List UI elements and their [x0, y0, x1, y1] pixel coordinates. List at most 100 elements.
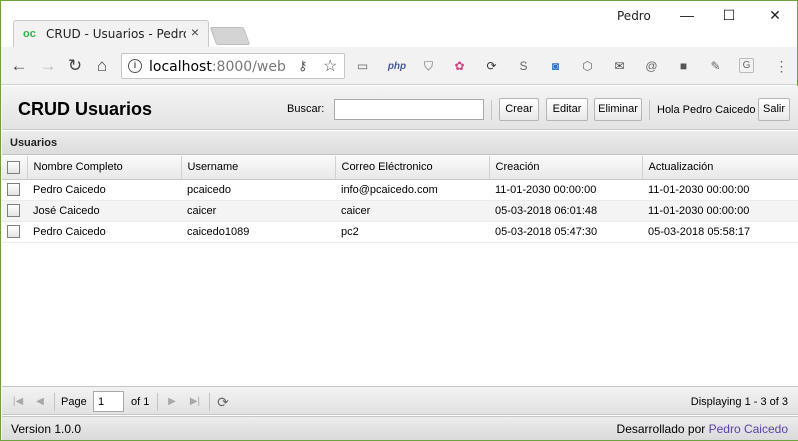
back-icon[interactable]: ←: [9, 56, 29, 76]
close-tab-icon[interactable]: ×: [188, 25, 202, 39]
close-window-icon[interactable]: ✕: [765, 5, 785, 25]
panel-title: Usuarios: [10, 137, 58, 149]
row-checkbox[interactable]: [7, 204, 20, 217]
search-label: Buscar:: [287, 103, 325, 115]
square-icon[interactable]: ■: [675, 58, 692, 75]
divider: [157, 393, 158, 411]
row-select-cell[interactable]: [2, 200, 27, 222]
app-content: CRUD Usuarios Buscar: Crear Editar Elimi…: [2, 86, 798, 440]
cell-updated: 11-01-2030 00:00:00: [642, 200, 798, 222]
create-button[interactable]: Crear: [499, 98, 539, 121]
compass-icon[interactable]: ◙: [547, 58, 564, 75]
author-link[interactable]: Pedro Caicedo: [709, 422, 788, 436]
column-header-created[interactable]: Creación: [489, 156, 643, 180]
php-icon[interactable]: php: [386, 58, 408, 75]
cell-created: 05-03-2018 06:01:48: [489, 200, 642, 222]
maximize-icon[interactable]: ☐: [719, 5, 739, 25]
tab-title: CRUD - Usuarios - Pedro: [46, 27, 186, 41]
sync-icon[interactable]: ⟳: [483, 58, 500, 75]
table-row[interactable]: Pedro Caicedo pcaicedo info@pcaicedo.com…: [2, 179, 798, 201]
app-footer: Version 1.0.0 Desarrollado por Pedro Cai…: [2, 416, 798, 440]
forward-icon[interactable]: →: [38, 56, 58, 76]
cell-username: caicedo1089: [181, 221, 335, 243]
menu-dots-icon[interactable]: ⋮: [773, 58, 790, 75]
row-checkbox[interactable]: [7, 225, 20, 238]
minimize-icon[interactable]: —: [677, 5, 697, 25]
browser-toolbar: ← → ↻ ⌂ i localhost:8000/web ⚷ ☆ ▭ php ⛉…: [1, 47, 797, 85]
column-header-email[interactable]: Correo Eléctronico: [335, 156, 490, 180]
version-label: Version 1.0.0: [11, 422, 82, 436]
cell-email: info@pcaicedo.com: [335, 179, 489, 201]
cell-email: caicer: [335, 200, 489, 222]
page-count-label: of 1: [131, 396, 150, 408]
url-text[interactable]: localhost:8000/web: [149, 59, 286, 75]
last-page-icon[interactable]: ▶|: [187, 394, 203, 410]
first-page-icon[interactable]: |◀: [10, 394, 26, 410]
divider: [209, 393, 210, 411]
next-page-icon[interactable]: ▶: [164, 394, 180, 410]
skype-icon[interactable]: S: [515, 58, 532, 75]
home-icon[interactable]: ⌂: [92, 56, 112, 76]
panel-header: Usuarios: [2, 131, 798, 155]
user-greeting: Hola Pedro Caicedo: [657, 104, 756, 116]
select-all-cell[interactable]: [2, 156, 28, 180]
displaying-count: Displaying 1 - 3 of 3: [690, 396, 788, 408]
credit-text: Desarrollado por Pedro Caicedo: [617, 422, 788, 436]
at-icon[interactable]: @: [643, 58, 660, 75]
select-all-checkbox[interactable]: [7, 160, 20, 174]
row-select-cell[interactable]: [2, 221, 27, 243]
row-select-cell[interactable]: [2, 179, 27, 201]
cell-username: pcaicedo: [181, 179, 335, 201]
new-tab-button[interactable]: [209, 27, 251, 45]
logout-button[interactable]: Salir: [758, 98, 790, 121]
browser-window: oc CRUD - Usuarios - Pedro × Pedro — ☐ ✕…: [0, 0, 798, 441]
info-icon[interactable]: i: [128, 59, 142, 73]
envelope-icon[interactable]: ✉: [611, 58, 628, 75]
page-title: CRUD Usuarios: [18, 99, 153, 119]
cell-email: pc2: [335, 221, 489, 243]
favicon-icon: oc: [23, 28, 36, 40]
refresh-icon[interactable]: ⟳: [215, 394, 231, 410]
search-input[interactable]: [334, 99, 484, 120]
bookmark-star-icon[interactable]: ☆: [323, 56, 337, 76]
page-number-input[interactable]: [93, 391, 124, 412]
g-icon[interactable]: G: [739, 58, 754, 73]
table-row[interactable]: Pedro Caicedo caicedo1089 pc2 05-03-2018…: [2, 221, 798, 243]
cell-updated: 05-03-2018 05:58:17: [642, 221, 798, 243]
page-label: Page: [61, 396, 87, 408]
column-header-username[interactable]: Username: [181, 156, 336, 180]
divider: [54, 393, 55, 411]
browser-tab[interactable]: oc CRUD - Usuarios - Pedro ×: [13, 20, 209, 47]
prev-page-icon[interactable]: ◀: [32, 394, 48, 410]
column-header-updated[interactable]: Actualización: [642, 156, 798, 180]
credit-prefix: Desarrollado por: [616, 422, 706, 436]
cell-name: Pedro Caicedo: [27, 179, 181, 201]
reload-icon[interactable]: ↻: [65, 56, 85, 76]
color-wheel-icon[interactable]: ✿: [451, 58, 468, 75]
column-header-name[interactable]: Nombre Completo: [27, 156, 182, 180]
key-icon[interactable]: ⚷: [298, 58, 308, 74]
divider: [649, 100, 650, 120]
row-checkbox[interactable]: [7, 183, 20, 196]
cell-name: José Caicedo: [27, 200, 181, 222]
cell-name: Pedro Caicedo: [27, 221, 181, 243]
table-row[interactable]: José Caicedo caicer caicer 05-03-2018 06…: [2, 200, 798, 222]
app-header: CRUD Usuarios Buscar: Crear Editar Elimi…: [2, 86, 798, 130]
address-bar[interactable]: i localhost:8000/web ⚷ ☆: [121, 53, 345, 79]
title-bar: oc CRUD - Usuarios - Pedro × Pedro — ☐ ✕: [1, 1, 797, 47]
delete-button[interactable]: Eliminar: [594, 98, 642, 121]
edit-button[interactable]: Editar: [546, 98, 588, 121]
cell-username: caicer: [181, 200, 335, 222]
pagination-toolbar: |◀ ◀ Page of 1 ▶ ▶| ⟳ Displaying 1 - 3 o…: [2, 386, 798, 415]
profile-name[interactable]: Pedro: [617, 9, 651, 23]
cell-created: 11-01-2030 00:00:00: [489, 179, 642, 201]
cube-icon[interactable]: ⬡: [579, 58, 596, 75]
cell-created: 05-03-2018 05:47:30: [489, 221, 642, 243]
cast-icon[interactable]: ▭: [354, 58, 371, 75]
cell-updated: 11-01-2030 00:00:00: [642, 179, 798, 201]
feather-icon[interactable]: ✎: [707, 58, 724, 75]
grid-header-row: Nombre Completo Username Correo Eléctron…: [2, 156, 798, 180]
users-grid: Nombre Completo Username Correo Eléctron…: [2, 156, 798, 243]
shield-icon[interactable]: ⛉: [420, 58, 437, 75]
divider: [491, 100, 492, 120]
